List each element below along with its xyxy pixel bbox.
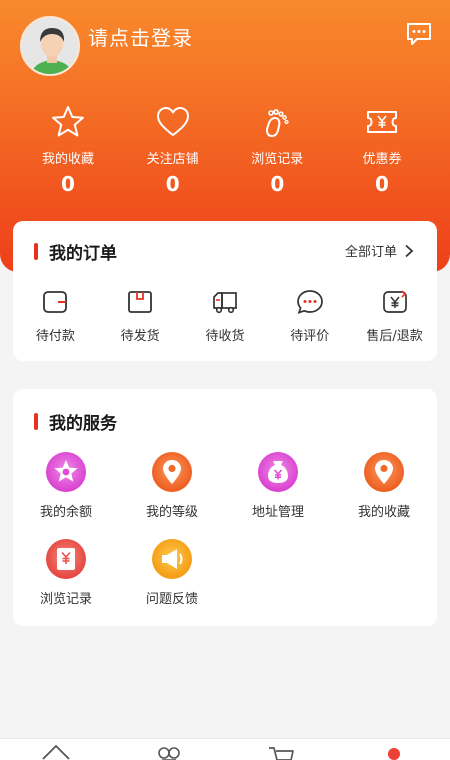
stat-label: 我的收藏 [41,152,94,167]
stat-coupons[interactable]: 优惠券 0 [332,104,432,204]
service-level[interactable]: 我的等级 [119,451,225,520]
order-pending-receipt[interactable]: 待收货 [185,289,265,351]
order-pending-shipment[interactable]: 待发货 [100,289,180,351]
order-label: 待评价 [290,329,330,344]
footprint-icon [266,109,289,138]
service-label: 我的收藏 [357,505,410,520]
order-label: 待收货 [205,329,245,344]
order-pending-payment[interactable]: 待付款 [15,289,95,351]
chevron-right-icon [405,244,414,257]
category-icon [157,747,180,760]
stat-favorites[interactable]: 我的收藏 0 [18,104,118,204]
coupon-icon [366,111,397,133]
orders-title: 我的订单 [34,239,117,264]
stat-label: 浏览记录 [251,152,304,167]
balance-icon [46,452,86,492]
cart-icon [269,747,295,760]
service-favorites[interactable]: 我的收藏 [331,451,437,520]
tab-home[interactable] [0,739,112,760]
order-label: 售后/退款 [366,329,423,344]
level-icon [152,452,192,492]
services-grid: 我的余额 我的等级 地址管理 我的收藏 浏览记录 问题反馈 [13,451,437,607]
title-accent-bar [34,242,38,260]
service-label: 问题反馈 [145,592,198,607]
order-status-row: 待付款 待发货 待收货 待评价 售后/退款 [13,289,437,351]
services-card: 我的服务 我的余额 我的等级 地址管理 我的收藏 浏览记录 问题反馈 [13,389,437,626]
stat-count: 0 [270,172,285,196]
tab-cart[interactable] [225,739,337,760]
service-balance[interactable]: 我的余额 [13,451,119,520]
order-label: 待发货 [120,329,160,344]
heart-icon [156,107,189,136]
avatar[interactable] [20,16,80,76]
favorites-icon [364,452,404,492]
stat-followed-shops[interactable]: 关注店铺 0 [123,104,223,204]
service-feedback[interactable]: 问题反馈 [119,538,225,607]
tab-category[interactable] [113,739,225,760]
stat-label: 优惠券 [362,152,402,167]
chat-bubble-icon[interactable] [406,22,432,46]
package-icon [128,291,153,313]
bottom-tab-bar [0,738,450,760]
order-label: 待付款 [35,329,75,344]
star-icon [52,106,84,137]
service-label: 地址管理 [251,505,304,520]
truck-icon [213,292,237,314]
profile-icon [387,748,400,760]
wallet-icon [43,291,68,313]
all-orders-link[interactable]: 全部订单 [345,241,415,260]
title-accent-bar [34,412,38,430]
stat-browse-history[interactable]: 浏览记录 0 [227,104,327,204]
order-pending-review[interactable]: 待评价 [270,289,350,351]
user-avatar-icon [22,18,78,74]
stat-count: 0 [165,172,180,196]
stat-count: 0 [61,172,75,196]
address-icon [258,452,298,492]
order-after-sales[interactable]: 售后/退款 [355,289,435,351]
service-label: 浏览记录 [39,592,92,607]
stat-label: 关注店铺 [146,152,199,167]
feedback-icon [152,539,192,579]
service-history[interactable]: 浏览记录 [13,538,119,607]
services-title-text: 我的服务 [49,413,117,434]
service-label: 我的等级 [145,505,198,520]
refund-icon [382,290,407,313]
services-title: 我的服务 [34,409,117,434]
orders-title-text: 我的订单 [49,243,117,264]
history-icon [46,539,86,579]
stat-count: 0 [375,172,389,196]
comment-icon [296,290,323,314]
home-icon [42,744,70,760]
all-orders-label: 全部订单 [344,245,397,260]
stats-row: 我的收藏 0 关注店铺 0 浏览记录 0 优惠券 0 [18,104,432,204]
tab-profile[interactable] [338,739,450,760]
orders-card: 我的订单 全部订单 待付款 待发货 待收货 待评价 售后/退款 [13,221,437,361]
service-address[interactable]: 地址管理 [225,451,331,520]
service-label: 我的余额 [39,505,92,520]
login-prompt[interactable]: 请点击登录 [88,22,193,51]
